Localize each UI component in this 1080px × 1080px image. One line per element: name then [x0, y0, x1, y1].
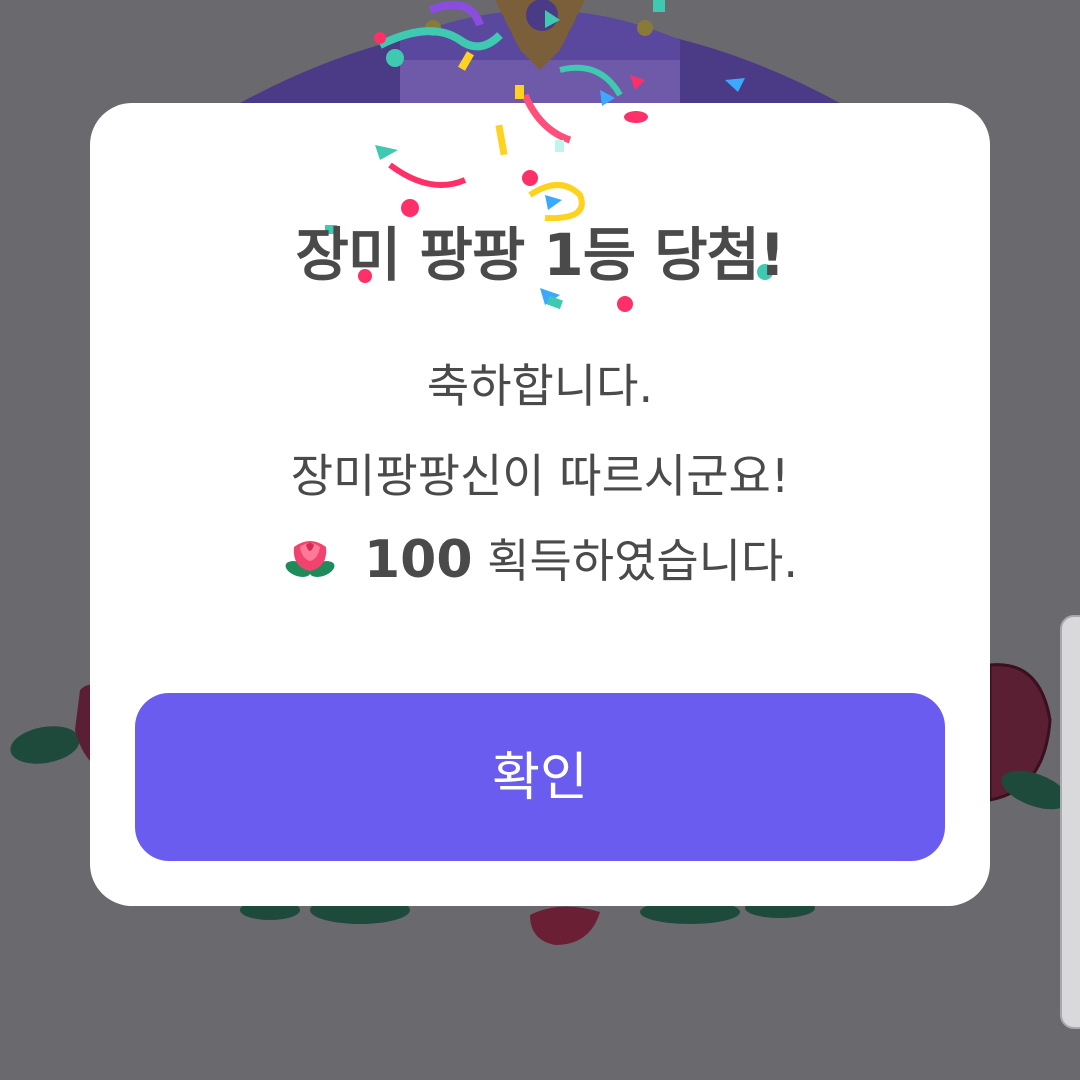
- dialog-title: 장미 팡팡 1등 당첨!: [295, 221, 786, 289]
- luck-message: 장미팡팡신이 따르시군요!: [290, 449, 790, 503]
- reward-line: 100 획득하였습니다.: [0, 525, 1080, 591]
- reward-amount: 100: [363, 530, 473, 590]
- confirm-button[interactable]: 확인: [135, 693, 945, 861]
- congrats-message: 축하합니다.: [426, 359, 654, 413]
- side-scroll-handle[interactable]: [1060, 615, 1080, 1029]
- reward-suffix: 획득하였습니다.: [487, 534, 799, 588]
- rose-icon: [285, 541, 335, 577]
